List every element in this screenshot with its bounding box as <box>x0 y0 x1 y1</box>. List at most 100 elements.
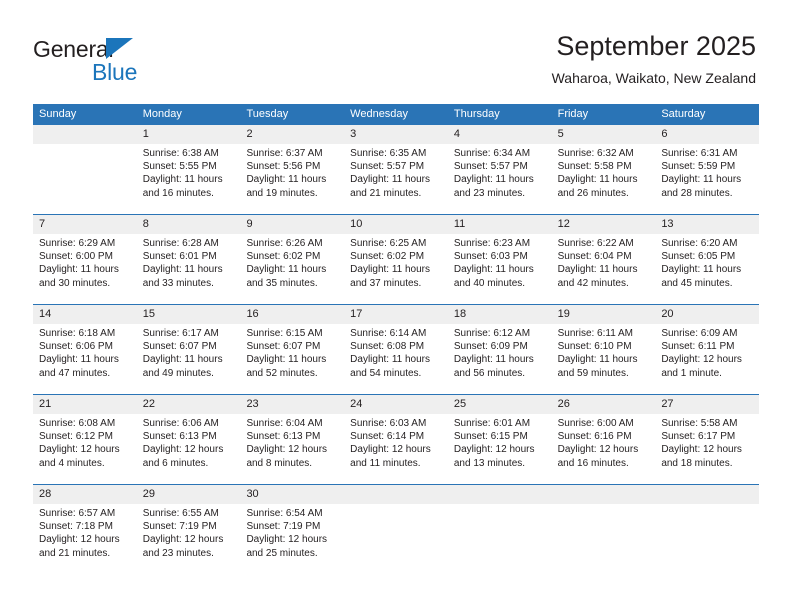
page-header: General Blue September 2025 Waharoa, Wai… <box>0 0 792 104</box>
day-info: Sunrise: 6:11 AM Sunset: 6:10 PM Daylight:… <box>552 324 656 380</box>
day-cell-22[interactable]: 22 Sunrise: 6:06 AM Sunset: 6:13 PM Dayligh… <box>136 395 241 484</box>
daylight-text-line1: Daylight: 11 hours <box>142 354 223 366</box>
day-info: Sunrise: 6:08 AM Sunset: 6:12 PM Daylight:… <box>33 414 137 470</box>
day-cell-empty <box>33 125 137 214</box>
sunrise-text: Sunrise: 6:06 AM <box>142 418 219 429</box>
day-info: Sunrise: 6:14 AM Sunset: 6:08 PM Daylight:… <box>344 324 448 380</box>
day-cell-11[interactable]: 11 Sunrise: 6:23 AM Sunset: 6:03 PM Dayligh… <box>447 215 552 304</box>
day-cell-13[interactable]: 13 Sunrise: 6:20 AM Sunset: 6:05 PM Dayligh… <box>655 215 760 304</box>
day-cell-28[interactable]: 28 Sunrise: 6:57 AM Sunset: 7:18 PM Dayligh… <box>33 485 137 574</box>
day-number: 6 <box>655 125 760 144</box>
day-cell-7[interactable]: 7 Sunrise: 6:29 AM Sunset: 6:00 PM Daylight… <box>33 215 137 304</box>
daylight-text-line1: Daylight: 12 hours <box>453 444 535 456</box>
sunrise-text: Sunrise: 6:14 AM <box>350 328 427 339</box>
day-number: 29 <box>136 485 241 504</box>
day-number: 18 <box>447 305 552 324</box>
daylight-text-line1: Daylight: 11 hours <box>661 264 742 276</box>
sunset-text: Sunset: 5:55 PM <box>142 161 217 173</box>
day-cell-17[interactable]: 17 Sunrise: 6:14 AM Sunset: 6:08 PM Dayligh… <box>344 305 448 394</box>
sunset-text: Sunset: 6:09 PM <box>453 341 528 353</box>
sunrise-text: Sunrise: 6:35 AM <box>350 148 427 159</box>
day-cell-27[interactable]: 27 Sunrise: 5:58 AM Sunset: 6:17 PM Dayligh… <box>655 395 760 484</box>
sunrise-text: Sunrise: 6:18 AM <box>39 328 116 339</box>
day-number <box>447 485 552 504</box>
day-number: 11 <box>447 215 552 234</box>
day-info: Sunrise: 6:20 AM Sunset: 6:05 PM Daylight:… <box>655 234 759 290</box>
sunset-text: Sunset: 6:05 PM <box>661 251 736 263</box>
day-info: Sunrise: 6:18 AM Sunset: 6:06 PM Daylight:… <box>33 324 137 380</box>
sunrise-text: Sunrise: 6:03 AM <box>350 418 427 429</box>
day-info: Sunrise: 6:31 AM Sunset: 5:59 PM Daylight:… <box>655 144 759 200</box>
day-cell-2[interactable]: 2 Sunrise: 6:37 AM Sunset: 5:56 PM Daylight… <box>240 125 345 214</box>
sunrise-text: Sunrise: 6:15 AM <box>246 328 323 339</box>
day-number: 17 <box>344 305 448 324</box>
day-cell-3[interactable]: 3 Sunrise: 6:35 AM Sunset: 5:57 PM Daylight… <box>344 125 448 214</box>
day-number: 5 <box>551 125 656 144</box>
day-cell-26[interactable]: 26 Sunrise: 6:00 AM Sunset: 6:16 PM Dayligh… <box>551 395 656 484</box>
day-cell-6[interactable]: 6 Sunrise: 6:31 AM Sunset: 5:59 PM Daylight… <box>655 125 760 214</box>
day-cell-14[interactable]: 14 Sunrise: 6:18 AM Sunset: 6:06 PM Dayligh… <box>33 305 137 394</box>
day-cell-24[interactable]: 24 Sunrise: 6:03 AM Sunset: 6:14 PM Dayligh… <box>344 395 448 484</box>
day-number <box>655 485 760 504</box>
sunset-text: Sunset: 6:11 PM <box>661 341 735 353</box>
day-cell-16[interactable]: 16 Sunrise: 6:15 AM Sunset: 6:07 PM Dayligh… <box>240 305 345 394</box>
day-info: Sunrise: 6:26 AM Sunset: 6:02 PM Daylight:… <box>240 234 344 290</box>
daylight-text-line2: and 23 minutes. <box>453 187 526 199</box>
day-number: 27 <box>655 395 760 414</box>
triangle-icon <box>106 38 133 59</box>
day-info: Sunrise: 6:38 AM Sunset: 5:55 PM Daylight:… <box>137 144 241 200</box>
daylight-text-line1: Daylight: 11 hours <box>142 174 223 186</box>
day-info: Sunrise: 6:32 AM Sunset: 5:58 PM Daylight:… <box>552 144 656 200</box>
daylight-text-line2: and 26 minutes. <box>557 187 629 199</box>
calendar-page: General Blue September 2025 Waharoa, Wai… <box>0 0 792 612</box>
day-cell-4[interactable]: 4 Sunrise: 6:34 AM Sunset: 5:57 PM Daylight… <box>447 125 552 214</box>
weekday-header-monday: Monday <box>142 108 182 120</box>
day-cell-18[interactable]: 18 Sunrise: 6:12 AM Sunset: 6:09 PM Dayligh… <box>447 305 552 394</box>
daylight-text-line1: Daylight: 11 hours <box>39 354 119 366</box>
day-number: 9 <box>240 215 345 234</box>
day-cell-20[interactable]: 20 Sunrise: 6:09 AM Sunset: 6:11 PM Dayligh… <box>655 305 760 394</box>
daylight-text-line1: Daylight: 11 hours <box>246 174 327 186</box>
sunrise-text: Sunrise: 6:25 AM <box>350 238 427 249</box>
sunset-text: Sunset: 6:12 PM <box>39 431 113 443</box>
day-cell-23[interactable]: 23 Sunrise: 6:04 AM Sunset: 6:13 PM Dayligh… <box>240 395 345 484</box>
day-cell-9[interactable]: 9 Sunrise: 6:26 AM Sunset: 6:02 PM Daylight… <box>240 215 345 304</box>
day-number: 23 <box>240 395 345 414</box>
day-cell-19[interactable]: 19 Sunrise: 6:11 AM Sunset: 6:10 PM Dayligh… <box>551 305 656 394</box>
daylight-text-line1: Daylight: 11 hours <box>350 264 431 276</box>
daylight-text-line2: and 4 minutes. <box>39 457 105 469</box>
day-cell-10[interactable]: 10 Sunrise: 6:25 AM Sunset: 6:02 PM Dayligh… <box>344 215 448 304</box>
day-number: 15 <box>136 305 241 324</box>
daylight-text-line2: and 28 minutes. <box>661 187 733 199</box>
sunrise-text: Sunrise: 6:28 AM <box>142 238 219 249</box>
daylight-text-line1: Daylight: 12 hours <box>661 354 742 366</box>
day-cell-15[interactable]: 15 Sunrise: 6:17 AM Sunset: 6:07 PM Dayligh… <box>136 305 241 394</box>
day-cell-29[interactable]: 29 Sunrise: 6:55 AM Sunset: 7:19 PM Dayligh… <box>136 485 241 574</box>
daylight-text-line1: Daylight: 11 hours <box>39 264 119 276</box>
sunrise-text: Sunrise: 6:08 AM <box>39 418 116 429</box>
day-number: 26 <box>551 395 656 414</box>
sunset-text: Sunset: 5:56 PM <box>246 161 321 173</box>
day-cell-12[interactable]: 12 Sunrise: 6:22 AM Sunset: 6:04 PM Dayligh… <box>551 215 656 304</box>
day-cell-5[interactable]: 5 Sunrise: 6:32 AM Sunset: 5:58 PM Daylight… <box>551 125 656 214</box>
day-cell-25[interactable]: 25 Sunrise: 6:01 AM Sunset: 6:15 PM Dayligh… <box>447 395 552 484</box>
sunrise-text: Sunrise: 6:11 AM <box>557 328 634 339</box>
daylight-text-line1: Daylight: 11 hours <box>453 264 534 276</box>
sunset-text: Sunset: 6:07 PM <box>142 341 217 353</box>
day-cell-1[interactable]: 1 Sunrise: 6:38 AM Sunset: 5:55 PM Daylight… <box>136 125 241 214</box>
day-info: Sunrise: 6:04 AM Sunset: 6:13 PM Daylight:… <box>240 414 344 470</box>
logo-secondary-text: Blue <box>92 59 138 85</box>
sunset-text: Sunset: 6:04 PM <box>557 251 632 263</box>
day-cell-8[interactable]: 8 Sunrise: 6:28 AM Sunset: 6:01 PM Daylight… <box>136 215 241 304</box>
day-info: Sunrise: 6:37 AM Sunset: 5:56 PM Daylight:… <box>240 144 344 200</box>
day-cell-21[interactable]: 21 Sunrise: 6:08 AM Sunset: 6:12 PM Dayligh… <box>33 395 137 484</box>
week-row: 14 Sunrise: 6:18 AM Sunset: 6:06 PM Dayligh… <box>33 304 760 394</box>
sunrise-text: Sunrise: 6:01 AM <box>453 418 531 429</box>
daylight-text-line2: and 56 minutes. <box>453 367 526 379</box>
day-cell-30[interactable]: 30 Sunrise: 6:54 AM Sunset: 7:19 PM Dayligh… <box>240 485 345 574</box>
daylight-text-line2: and 6 minutes. <box>142 457 209 469</box>
daylight-text-line2: and 11 minutes. <box>350 457 421 469</box>
day-info: Sunrise: 6:17 AM Sunset: 6:07 PM Daylight:… <box>137 324 241 380</box>
sunrise-text: Sunrise: 6:23 AM <box>453 238 531 249</box>
sunset-text: Sunset: 6:03 PM <box>453 251 528 263</box>
